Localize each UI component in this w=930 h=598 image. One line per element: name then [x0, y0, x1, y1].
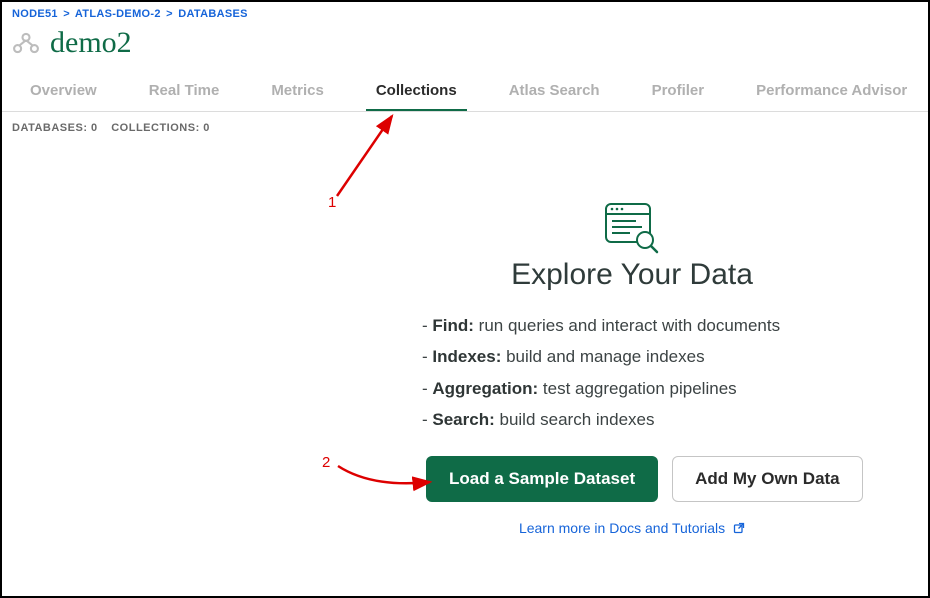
- databases-label: DATABASES:: [12, 122, 87, 134]
- feature-find: - Find: run queries and interact with do…: [422, 310, 902, 341]
- tab-overview[interactable]: Overview: [26, 74, 101, 111]
- page-title: demo2: [50, 26, 132, 60]
- tab-profiler[interactable]: Profiler: [648, 74, 709, 111]
- annotation-label-2: 2: [322, 454, 330, 471]
- annotation-label-1: 1: [328, 194, 336, 211]
- tab-collections[interactable]: Collections: [372, 74, 461, 111]
- tab-metrics[interactable]: Metrics: [267, 74, 328, 111]
- breadcrumb-item-2[interactable]: ATLAS-DEMO-2: [75, 8, 161, 20]
- feature-indexes: - Indexes: build and manage indexes: [422, 341, 902, 372]
- add-my-own-data-button[interactable]: Add My Own Data: [672, 456, 863, 502]
- breadcrumb-sep: >: [63, 8, 70, 20]
- feature-list: - Find: run queries and interact with do…: [422, 310, 902, 436]
- explore-data-icon: [604, 202, 660, 254]
- collections-label: COLLECTIONS:: [111, 122, 200, 134]
- collections-count: 0: [203, 122, 210, 134]
- breadcrumb-item-3[interactable]: DATABASES: [178, 8, 248, 20]
- load-sample-dataset-button[interactable]: Load a Sample Dataset: [426, 456, 658, 502]
- page-header: demo2: [2, 22, 928, 74]
- tab-performance-advisor[interactable]: Performance Advisor: [752, 74, 911, 111]
- button-row: Load a Sample Dataset Add My Own Data: [426, 456, 902, 502]
- tab-realtime[interactable]: Real Time: [145, 74, 224, 111]
- external-link-icon: [729, 520, 745, 536]
- feature-aggregation: - Aggregation: test aggregation pipeline…: [422, 373, 902, 404]
- breadcrumb-item-1[interactable]: NODE51: [12, 8, 58, 20]
- cluster-icon: [12, 31, 40, 55]
- explore-panel: Explore Your Data - Find: run queries an…: [422, 202, 902, 536]
- breadcrumb: NODE51 > ATLAS-DEMO-2 > DATABASES: [2, 2, 928, 22]
- feature-search: - Search: build search indexes: [422, 404, 902, 435]
- databases-count: 0: [91, 122, 98, 134]
- stats-bar: DATABASES: 0 COLLECTIONS: 0: [2, 112, 928, 144]
- explore-title: Explore Your Data: [422, 258, 842, 292]
- tab-atlas-search[interactable]: Atlas Search: [505, 74, 604, 111]
- tabs-bar: Overview Real Time Metrics Collections A…: [2, 74, 928, 112]
- learn-more-link[interactable]: Learn more in Docs and Tutorials: [422, 520, 842, 536]
- breadcrumb-sep: >: [166, 8, 173, 20]
